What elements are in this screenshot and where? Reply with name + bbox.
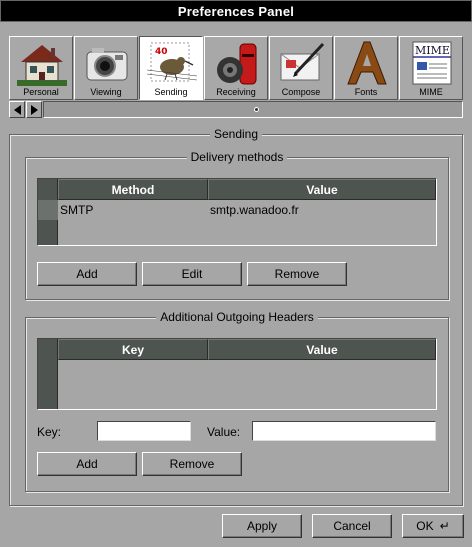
letter-pen-icon: [280, 42, 325, 81]
scroll-track[interactable]: [43, 101, 463, 118]
mailbox-icon: [217, 43, 257, 85]
tool-personal[interactable]: Personal: [9, 36, 73, 100]
column-header-value[interactable]: Value: [208, 179, 436, 200]
tool-label: Personal: [23, 87, 59, 97]
key-label: Key:: [37, 425, 62, 439]
tool-compose[interactable]: Compose: [269, 36, 333, 100]
delivery-table[interactable]: Method Value SMTP smtp.wanadoo.fr: [37, 178, 437, 246]
stamp-value: 40: [155, 47, 168, 57]
ok-label: OK: [416, 519, 434, 533]
return-arrow-icon: ↵: [439, 519, 450, 533]
cancel-button[interactable]: Cancel: [312, 514, 392, 538]
mime-icon-text: MIME: [415, 44, 450, 57]
camera-icon: [86, 48, 128, 81]
stamp-icon: 40: [147, 42, 197, 82]
apply-button[interactable]: Apply: [222, 514, 302, 538]
preferences-toolbar: Personal Viewing 40 Sending Receiving Co…: [9, 36, 463, 102]
toolbar-scrollbar[interactable]: [9, 101, 463, 118]
arrow-right-icon: [30, 104, 38, 115]
cell-value: smtp.wanadoo.fr: [210, 203, 299, 217]
delivery-remove-button[interactable]: Remove: [247, 262, 347, 286]
column-header-method[interactable]: Method: [58, 179, 208, 200]
arrow-left-icon: [13, 104, 21, 115]
tool-fonts[interactable]: Fonts: [334, 36, 398, 100]
headers-add-button[interactable]: Add: [37, 452, 137, 476]
headers-title: Additional Outgoing Headers: [156, 310, 318, 324]
tool-mime[interactable]: MIME MIME: [399, 36, 463, 100]
key-input[interactable]: [97, 421, 191, 441]
scroll-left-button[interactable]: [9, 101, 25, 118]
tool-label: Viewing: [90, 87, 122, 97]
delivery-edit-button[interactable]: Edit: [142, 262, 242, 286]
ok-button[interactable]: OK ↵: [402, 514, 464, 538]
tool-receiving[interactable]: Receiving: [204, 36, 268, 100]
tool-viewing[interactable]: Viewing: [74, 36, 138, 100]
mime-document-icon: MIME: [412, 41, 452, 85]
column-header-value[interactable]: Value: [208, 339, 436, 360]
tool-label: Fonts: [354, 87, 378, 97]
value-input[interactable]: [252, 421, 436, 441]
row-header-column: [38, 339, 58, 409]
row-header-column: [38, 179, 58, 245]
window-titlebar[interactable]: Preferences Panel: [0, 0, 472, 22]
house-icon: [17, 45, 67, 86]
value-label: Value:: [207, 425, 241, 439]
headers-remove-button[interactable]: Remove: [142, 452, 242, 476]
tool-label: MIME: [419, 87, 443, 97]
delivery-add-button[interactable]: Add: [37, 262, 137, 286]
delivery-title: Delivery methods: [186, 150, 288, 164]
tool-label: Sending: [154, 87, 188, 97]
tool-label: Compose: [281, 87, 321, 97]
tool-sending[interactable]: 40 Sending: [139, 36, 203, 100]
scroll-right-button[interactable]: [26, 101, 42, 118]
headers-table[interactable]: Key Value: [37, 338, 437, 410]
column-header-key[interactable]: Key: [58, 339, 208, 360]
panel-title: Sending: [209, 127, 263, 141]
font-letter-icon: [347, 41, 387, 85]
tool-label: Receiving: [216, 87, 256, 97]
scroll-thumb[interactable]: [254, 107, 259, 112]
window-title: Preferences Panel: [177, 3, 295, 19]
cell-method: SMTP: [60, 203, 94, 217]
